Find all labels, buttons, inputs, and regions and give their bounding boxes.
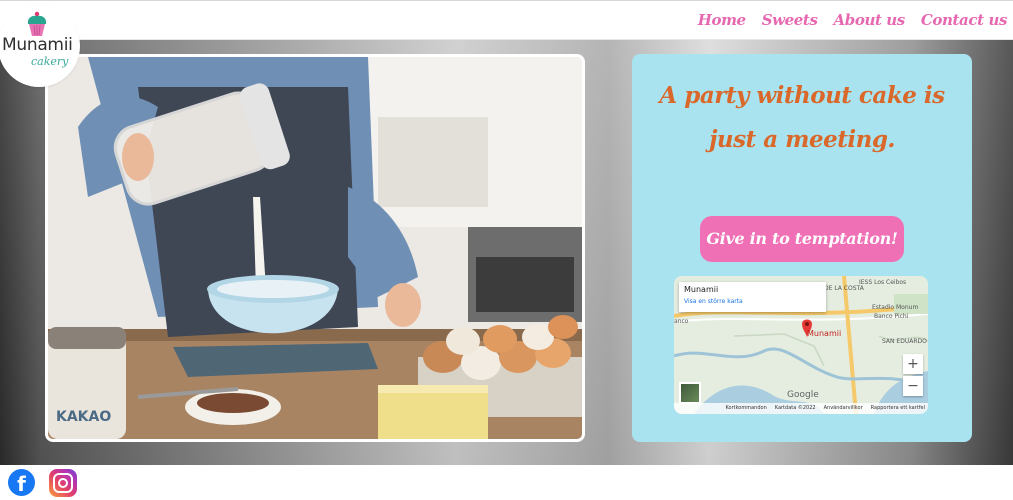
- logo[interactable]: Munamii cakery: [0, 5, 80, 87]
- map-info-box: Munamii Visa en större karta: [679, 282, 826, 312]
- facebook-icon[interactable]: f: [8, 469, 35, 496]
- promo-card: A party without cake is just a meeting. …: [632, 54, 972, 442]
- map-place-label: anco: [674, 318, 689, 325]
- site-footer: f: [0, 465, 1013, 500]
- main-nav: Home Sweets About us Contact us: [698, 11, 1008, 29]
- nav-home[interactable]: Home: [698, 11, 746, 29]
- logo-sub: cakery: [31, 55, 69, 68]
- map-footer-report[interactable]: Rapportera ett kartfel: [871, 403, 925, 414]
- baking-photo: KAKAO: [45, 54, 585, 442]
- map-pin-label: Munamii: [807, 329, 842, 338]
- map-place-label: IESS Los Ceibos: [859, 279, 907, 286]
- site-header: Munamii cakery Home Sweets About us Cont…: [0, 0, 1013, 87]
- map-footer-terms[interactable]: Användarvillkor: [824, 403, 863, 414]
- nav-contact-us[interactable]: Contact us: [921, 11, 1008, 29]
- map-place-label: SAN EDUARDO: [882, 338, 927, 345]
- map-footer-shortcuts[interactable]: Kortkommandon: [725, 403, 766, 414]
- zoom-in-button[interactable]: +: [903, 354, 923, 374]
- map-footer-data: Kartdata ©2022: [774, 405, 816, 411]
- baking-scene: [48, 57, 582, 439]
- map-place-label: Estadio Monum: [872, 304, 919, 311]
- satellite-toggle[interactable]: [679, 382, 701, 404]
- map-larger-link[interactable]: Visa en större karta: [684, 298, 821, 305]
- hero-section: KAKAO A party without cake is just a mee…: [0, 40, 1013, 465]
- map-info-title: Munamii: [684, 285, 719, 294]
- logo-brand: Munamii: [2, 35, 73, 55]
- location-map[interactable]: Munamii Visa en större karta Munamii IES…: [674, 276, 928, 414]
- map-place-label: DE LA COSTA: [824, 285, 864, 292]
- instagram-icon[interactable]: [49, 469, 77, 497]
- map-footer: Kortkommandon Kartdata ©2022 Användarvil…: [674, 403, 928, 414]
- zoom-out-button[interactable]: −: [903, 376, 923, 396]
- nav-sweets[interactable]: Sweets: [762, 11, 818, 29]
- google-logo: Google: [787, 390, 819, 400]
- map-place-label: Banco Pichi: [874, 313, 909, 320]
- nav-about-us[interactable]: About us: [834, 11, 906, 29]
- cocoa-packet-label: KAKAO: [56, 409, 112, 425]
- hero-quote: A party without cake is just a meeting.: [659, 82, 945, 153]
- cupcake-icon: [27, 11, 47, 36]
- cta-button[interactable]: Give in to temptation!: [700, 216, 904, 262]
